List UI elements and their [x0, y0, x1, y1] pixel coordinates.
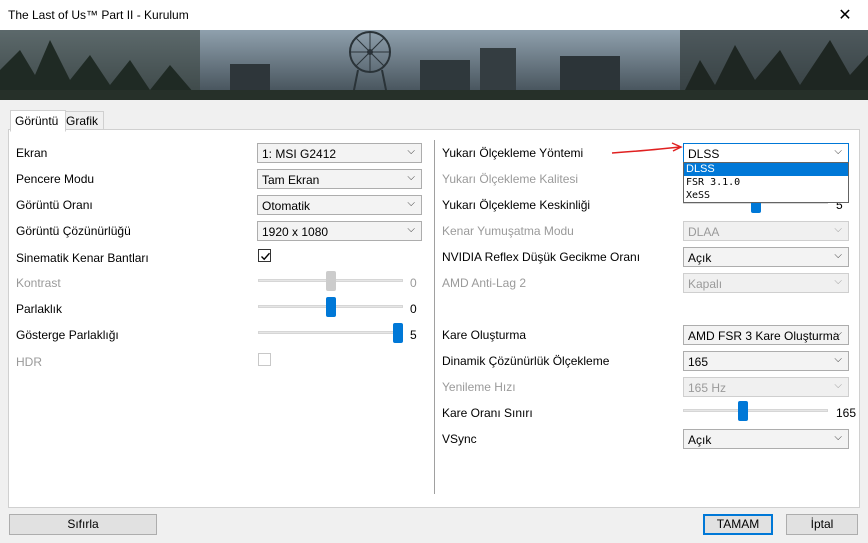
brightness-label: Parlaklık: [16, 302, 63, 316]
slider-thumb[interactable]: [326, 297, 336, 317]
aspect-ratio-value: Otomatik: [262, 199, 311, 213]
reflex-select[interactable]: Açık ⌵: [683, 247, 849, 267]
antilag-value: Kapalı: [688, 277, 723, 291]
column-divider: [434, 140, 435, 494]
hud-brightness-slider[interactable]: [258, 323, 403, 343]
letterbox-checkbox[interactable]: [258, 249, 271, 262]
contrast-value: 0: [410, 276, 417, 290]
screen-select[interactable]: 1: MSI G2412 ⌵: [257, 143, 422, 163]
resolution-select[interactable]: 1920 x 1080 ⌵: [257, 221, 422, 241]
frame-limit-value: 165: [836, 406, 857, 420]
refresh-rate-select: 165 Hz ⌵: [683, 377, 849, 397]
resolution-value: 1920 x 1080: [262, 225, 329, 239]
window-mode-label: Pencere Modu: [16, 172, 95, 186]
reset-button[interactable]: Sıfırla: [9, 514, 157, 535]
vsync-value: Açık: [688, 433, 712, 447]
resolution-label: Görüntü Çözünürlüğü: [16, 224, 131, 238]
upscale-method-label: Yukarı Ölçekleme Yöntemi: [442, 146, 584, 160]
aspect-ratio-select[interactable]: Otomatik ⌵: [257, 195, 422, 215]
slider-thumb[interactable]: [326, 271, 336, 291]
aa-mode-value: DLAA: [688, 225, 720, 239]
upscale-sharpness-label: Yukarı Ölçekleme Keskinliği: [442, 198, 591, 212]
checkmark-icon: [261, 252, 271, 261]
slider-thumb[interactable]: [393, 323, 403, 343]
aa-mode-label: Kenar Yumuşatma Modu: [442, 224, 574, 238]
aspect-ratio-label: Görüntü Oranı: [16, 198, 93, 212]
frame-limit-slider[interactable]: [683, 401, 828, 421]
cancel-button[interactable]: İptal: [786, 514, 858, 535]
dropdown-option-dlss[interactable]: DLSS: [684, 163, 848, 176]
hdr-checkbox: [258, 353, 271, 366]
window-title: The Last of Us™ Part II - Kurulum: [8, 8, 189, 22]
hdr-label: HDR: [16, 355, 42, 369]
antilag-label: AMD Anti-Lag 2: [442, 276, 527, 290]
frame-gen-label: Kare Oluşturma: [442, 328, 527, 342]
vsync-label: VSync: [442, 432, 477, 446]
brightness-value: 0: [410, 302, 417, 316]
frame-limit-label: Kare Oranı Sınırı: [442, 406, 533, 420]
chevron-down-icon: ⌵: [834, 276, 842, 287]
hud-brightness-value: 5: [410, 328, 417, 342]
antilag-select: Kapalı ⌵: [683, 273, 849, 293]
contrast-slider[interactable]: [258, 271, 403, 291]
contrast-label: Kontrast: [16, 276, 61, 290]
chevron-down-icon: ⌵: [407, 224, 415, 235]
frame-gen-value: AMD FSR 3 Kare Oluşturma: [688, 329, 840, 343]
chevron-down-icon: ⌵: [834, 380, 842, 391]
header-banner: [0, 30, 868, 100]
tab-display[interactable]: Görüntü: [10, 110, 66, 132]
dynamic-res-select[interactable]: 165 ⌵: [683, 351, 849, 371]
chevron-down-icon: ⌵: [834, 224, 842, 235]
tab-graphics[interactable]: Grafik: [61, 111, 104, 131]
slider-track: [258, 331, 403, 334]
chevron-down-icon: ⌵: [407, 172, 415, 183]
brightness-slider[interactable]: [258, 297, 403, 317]
slider-thumb[interactable]: [738, 401, 748, 421]
close-icon[interactable]: ✕: [822, 0, 868, 30]
frame-gen-select[interactable]: AMD FSR 3 Kare Oluşturma ⌵: [683, 325, 849, 345]
annotation-arrow-icon: [611, 142, 683, 154]
chevron-down-icon: ⌵: [834, 250, 842, 261]
ok-button[interactable]: TAMAM: [703, 514, 773, 535]
dropdown-option-xess[interactable]: XeSS: [684, 189, 848, 202]
chevron-down-icon: ⌵: [834, 432, 842, 443]
aa-mode-select: DLAA ⌵: [683, 221, 849, 241]
chevron-down-icon: ⌵: [834, 146, 842, 157]
upscale-method-select[interactable]: DLSS ⌵: [683, 143, 849, 163]
title-bar: The Last of Us™ Part II - Kurulum ✕: [0, 0, 868, 30]
reflex-value: Açık: [688, 251, 712, 265]
dynamic-res-label: Dinamik Çözünürlük Ölçekleme: [442, 354, 610, 368]
upscale-method-dropdown: DLSS FSR 3.1.0 XeSS: [683, 162, 849, 203]
upscale-quality-label: Yukarı Ölçekleme Kalitesi: [442, 172, 579, 186]
slider-track: [683, 409, 828, 412]
hud-brightness-label: Gösterge Parlaklığı: [16, 328, 119, 342]
window-mode-value: Tam Ekran: [262, 173, 320, 187]
window-mode-select[interactable]: Tam Ekran ⌵: [257, 169, 422, 189]
vsync-select[interactable]: Açık ⌵: [683, 429, 849, 449]
chevron-down-icon: ⌵: [407, 198, 415, 209]
screen-value: 1: MSI G2412: [262, 147, 337, 161]
chevron-down-icon: ⌵: [834, 328, 842, 339]
upscale-method-value: DLSS: [688, 147, 720, 161]
chevron-down-icon: ⌵: [834, 354, 842, 365]
refresh-rate-label: Yenileme Hızı: [442, 380, 516, 394]
dropdown-option-fsr[interactable]: FSR 3.1.0: [684, 176, 848, 189]
screen-label: Ekran: [16, 146, 48, 160]
refresh-rate-value: 165 Hz: [688, 381, 727, 395]
letterbox-label: Sinematik Kenar Bantları: [16, 251, 149, 265]
dynamic-res-value: 165: [688, 355, 709, 369]
reflex-label: NVIDIA Reflex Düşük Gecikme Oranı: [442, 250, 641, 264]
chevron-down-icon: ⌵: [407, 146, 415, 157]
